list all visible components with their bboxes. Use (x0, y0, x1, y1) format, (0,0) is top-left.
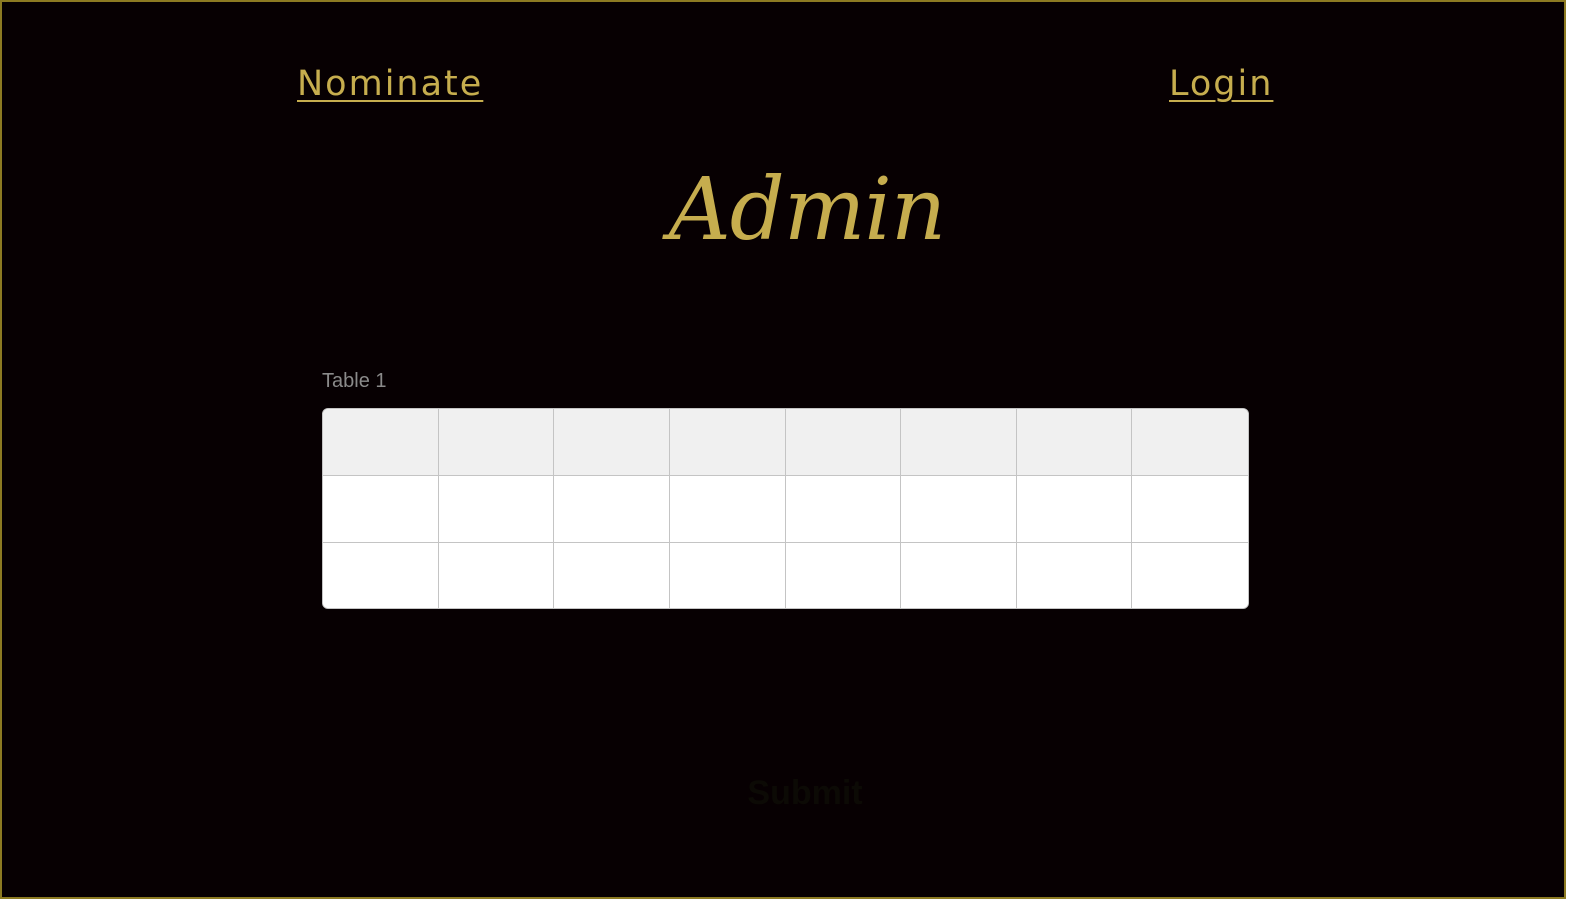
table-header-cell[interactable] (554, 409, 670, 476)
table-header-cell[interactable] (901, 409, 1017, 476)
table-header-cell[interactable] (669, 409, 786, 476)
table-cell[interactable] (669, 476, 786, 543)
table-header-cell[interactable] (323, 409, 439, 476)
table-cell[interactable] (554, 543, 670, 608)
table-caption: Table 1 (322, 370, 387, 392)
table-cell[interactable] (1016, 543, 1133, 608)
table-cell[interactable] (438, 476, 555, 543)
page-frame: Nominate Login Admin Table 1 Submit (0, 0, 1566, 899)
data-table (322, 408, 1249, 609)
table-cell[interactable] (554, 476, 670, 543)
table-header-cell[interactable] (1132, 409, 1248, 476)
table-cell[interactable] (901, 476, 1017, 543)
submit-button[interactable]: Submit (742, 770, 868, 816)
table-header-cell[interactable] (785, 409, 902, 476)
table-cell[interactable] (901, 543, 1017, 608)
nav-link-nominate[interactable]: Nominate (297, 60, 483, 108)
nav-link-login[interactable]: Login (1169, 60, 1273, 108)
table-cell[interactable] (1016, 476, 1133, 543)
table-cell[interactable] (785, 543, 902, 608)
table-cell[interactable] (323, 476, 439, 543)
table-cell[interactable] (785, 476, 902, 543)
table-cell[interactable] (323, 543, 439, 608)
table-header-cell[interactable] (438, 409, 555, 476)
table-cell[interactable] (1132, 543, 1248, 608)
page-title: Admin (668, 160, 947, 260)
table-cell[interactable] (1132, 476, 1248, 543)
table-cell[interactable] (438, 543, 555, 608)
table-header-cell[interactable] (1016, 409, 1133, 476)
table-cell[interactable] (669, 543, 786, 608)
